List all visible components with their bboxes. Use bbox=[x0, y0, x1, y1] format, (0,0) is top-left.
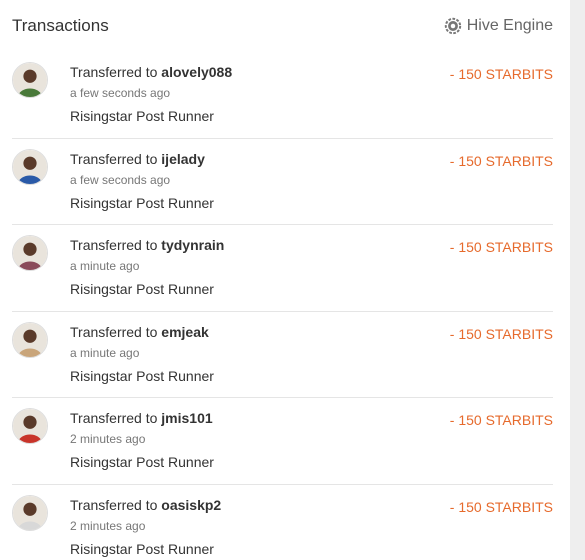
transfer-prefix: Transferred to bbox=[70, 237, 158, 253]
transfer-memo: Risingstar Post Runner bbox=[70, 194, 214, 211]
avatar[interactable] bbox=[12, 235, 48, 271]
transfer-description: Transferred to alovely088 bbox=[70, 64, 232, 80]
transaction-row: Transferred to ijelady a few seconds ago R… bbox=[12, 139, 553, 225]
transfer-prefix: Transferred to bbox=[70, 64, 158, 80]
transfer-memo: Risingstar Post Runner bbox=[70, 281, 214, 297]
timestamp: 2 minutes ago bbox=[70, 518, 146, 533]
transactions-panel: Transactions Hive Engine Transferred to … bbox=[0, 0, 566, 560]
transfer-amount: - 150 STARBITS bbox=[449, 239, 553, 255]
recipient-username[interactable]: oasiskp2 bbox=[161, 497, 221, 513]
transfer-prefix: Transferred to bbox=[70, 150, 158, 167]
avatar[interactable] bbox=[12, 148, 48, 185]
timestamp: a few seconds ago bbox=[70, 172, 171, 187]
timestamp: a few seconds ago bbox=[70, 86, 171, 100]
transfer-amount: - 150 STARBITS bbox=[449, 152, 553, 169]
transfer-memo: Risingstar Post Runner bbox=[70, 540, 214, 557]
gear-icon bbox=[444, 17, 462, 35]
recipient-username[interactable]: jmis101 bbox=[161, 410, 212, 426]
timestamp: 2 minutes ago bbox=[70, 432, 146, 446]
transaction-row: Transferred to alovely088 a few seconds a… bbox=[12, 52, 553, 139]
transfer-amount: - 150 STARBITS bbox=[449, 66, 553, 82]
transfer-memo: Risingstar Post Runner bbox=[70, 367, 214, 384]
hive-engine-link[interactable]: Hive Engine bbox=[444, 17, 553, 35]
transfer-amount: - 150 STARBITS bbox=[449, 412, 553, 428]
transfer-prefix: Transferred to bbox=[70, 496, 158, 513]
transfer-description: Transferred to ijelady bbox=[70, 151, 205, 167]
panel-header: Transactions Hive Engine bbox=[12, 12, 553, 40]
timestamp: a minute ago bbox=[70, 345, 140, 360]
transaction-row: Transferred to tydynrain a minute ago Risi… bbox=[12, 225, 553, 312]
page-title: Transactions bbox=[12, 16, 109, 35]
transfer-memo: Risingstar Post Runner bbox=[70, 454, 214, 470]
hive-engine-label: Hive Engine bbox=[466, 17, 553, 34]
transaction-row: Transferred to emjeak a minute ago Risings… bbox=[12, 312, 553, 398]
transaction-row: Transferred to oasiskp2 2 minutes ago Risi… bbox=[12, 485, 553, 560]
avatar[interactable] bbox=[12, 62, 48, 98]
avatar[interactable] bbox=[12, 494, 48, 531]
avatar[interactable] bbox=[12, 408, 48, 444]
recipient-username[interactable]: emjeak bbox=[161, 324, 208, 340]
transfer-amount: - 150 STARBITS bbox=[449, 498, 553, 515]
avatar[interactable] bbox=[12, 321, 48, 358]
transfer-description: Transferred to jmis101 bbox=[70, 410, 213, 426]
transfer-memo: Risingstar Post Runner bbox=[70, 108, 214, 124]
transfer-description: Transferred to emjeak bbox=[70, 324, 209, 340]
timestamp: a minute ago bbox=[70, 259, 140, 273]
transaction-list: Transferred to alovely088 a few seconds a… bbox=[12, 52, 553, 560]
transfer-prefix: Transferred to bbox=[70, 410, 158, 426]
transfer-prefix: Transferred to bbox=[70, 323, 158, 340]
recipient-username[interactable]: tydynrain bbox=[161, 237, 224, 253]
recipient-username[interactable]: alovely088 bbox=[161, 64, 232, 80]
transfer-description: Transferred to tydynrain bbox=[70, 237, 224, 253]
transfer-description: Transferred to oasiskp2 bbox=[70, 497, 221, 513]
recipient-username[interactable]: ijelady bbox=[161, 151, 205, 167]
scrollbar-track[interactable] bbox=[570, 0, 585, 560]
transfer-amount: - 150 STARBITS bbox=[449, 325, 553, 342]
transaction-row: Transferred to jmis101 2 minutes ago Risin… bbox=[12, 398, 553, 485]
